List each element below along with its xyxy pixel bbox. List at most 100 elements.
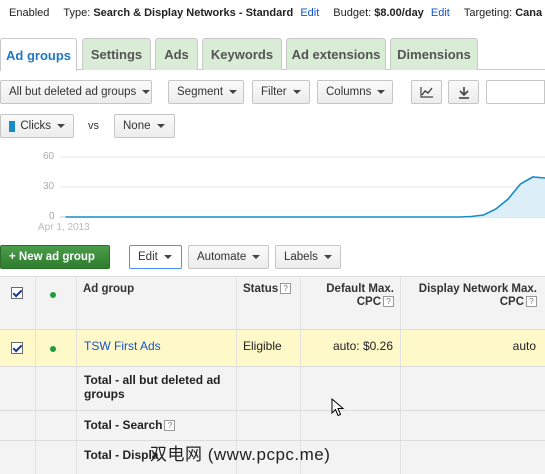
clicks-data-point: [470, 215, 472, 218]
clicks-data-point: [175, 216, 178, 218]
clicks-series-line: [66, 176, 545, 218]
display-cpc-value[interactable]: auto: [401, 330, 545, 366]
campaign-summary-bar: Enabled Type: Search & Display Networks …: [0, 0, 545, 26]
help-icon[interactable]: ?: [280, 283, 292, 295]
clicks-data-point: [532, 176, 534, 178]
download-button[interactable]: [448, 80, 479, 104]
chevron-down-icon: [252, 255, 261, 259]
clicks-data-point: [384, 216, 386, 218]
row-status-cell: [36, 330, 77, 366]
clicks-data-point: [446, 216, 448, 218]
clicks-data-point: [274, 216, 276, 218]
column-header-display-cpc[interactable]: Display Network Max. CPC?: [401, 277, 545, 329]
clicks-data-point: [311, 216, 313, 218]
clicks-data-point: [433, 216, 436, 218]
clicks-data-point: [286, 216, 288, 218]
tab-keywords[interactable]: Keywords: [202, 38, 282, 70]
clicks-data-point: [249, 216, 251, 218]
status-value: Eligible: [237, 330, 301, 366]
clicks-data-point: [458, 216, 460, 218]
ad-group-name-cell: TSW First Ads: [77, 330, 237, 366]
edit-dropdown[interactable]: Edit: [129, 245, 182, 269]
ad-group-filter-select[interactable]: All but deleted ad groups: [0, 80, 152, 104]
edit-type-link[interactable]: Edit: [300, 7, 319, 19]
clicks-data-point: [495, 208, 497, 210]
status-column-cell: [36, 277, 77, 329]
vs-label: vs: [88, 120, 99, 132]
labels-dropdown[interactable]: Labels: [275, 245, 341, 269]
x-start-label: Apr 1, 2013: [38, 222, 90, 233]
search-input[interactable]: [486, 80, 545, 104]
default-cpc-value[interactable]: auto: $0.26: [301, 330, 401, 366]
watermark-text: 双电网 (www.pcpc.me): [150, 445, 331, 464]
row-checkbox[interactable]: [11, 342, 23, 354]
campaign-budget: Budget: $8.00/day Edit: [333, 7, 450, 19]
table-row: TSW First Ads Eligible auto: $0.26 auto: [0, 330, 545, 367]
campaign-status: Enabled: [9, 7, 50, 19]
column-header-ad-group[interactable]: Ad group: [77, 277, 237, 329]
column-header-default-cpc[interactable]: Default Max. CPC?: [301, 277, 401, 329]
columns-dropdown[interactable]: Columns: [317, 80, 393, 104]
clicks-data-point: [360, 216, 362, 218]
download-icon: [458, 86, 469, 99]
total-label: Total - all but deleted ad groups: [77, 367, 237, 410]
tab-settings[interactable]: Settings: [82, 38, 151, 70]
tab-ads[interactable]: Ads: [155, 38, 198, 70]
clicks-data-point: [163, 216, 165, 218]
clicks-data-point: [335, 216, 337, 218]
table-header-row: Ad group Status? Default Max. CPC? Displ…: [0, 276, 545, 330]
clicks-data-point: [409, 216, 411, 218]
performance-chart: 60 30 0 Apr 1, 2013: [0, 150, 545, 240]
clicks-data-point: [126, 216, 129, 218]
clicks-data-point: [114, 216, 116, 218]
chevron-down-icon: [163, 255, 172, 259]
clicks-data-point: [237, 216, 239, 218]
secondary-metric-dropdown[interactable]: None: [114, 114, 175, 138]
clicks-data-point: [89, 216, 92, 218]
help-icon[interactable]: ?: [526, 296, 537, 308]
help-icon[interactable]: ?: [164, 420, 176, 432]
column-header-status[interactable]: Status?: [237, 277, 301, 329]
chevron-down-icon: [156, 124, 165, 128]
clicks-data-point: [421, 216, 423, 218]
total-row: Total - Search?: [0, 411, 545, 441]
help-icon[interactable]: ?: [383, 296, 394, 308]
clicks-data-point: [347, 216, 350, 218]
clicks-data-point: [188, 216, 190, 218]
chevron-down-icon: [57, 124, 65, 128]
metric-color-swatch: [9, 120, 16, 132]
clicks-data-point: [225, 216, 227, 218]
new-ad-group-button[interactable]: + New ad group: [0, 245, 110, 269]
automate-dropdown[interactable]: Automate: [188, 245, 269, 269]
clicks-data-point: [372, 216, 374, 218]
clicks-data-point: [200, 216, 202, 218]
tab-dimensions[interactable]: Dimensions: [390, 38, 478, 70]
select-all-checkbox[interactable]: [11, 287, 23, 299]
clicks-data-point: [139, 216, 141, 218]
row-select-cell: [0, 330, 36, 366]
chevron-down-icon: [323, 255, 332, 259]
toggle-graph-button[interactable]: [411, 80, 442, 104]
chevron-down-icon: [142, 90, 151, 94]
tab-ad-groups[interactable]: Ad groups: [0, 38, 77, 71]
edit-budget-link[interactable]: Edit: [431, 7, 450, 19]
clicks-data-point: [102, 216, 104, 218]
primary-metric-dropdown[interactable]: Clicks: [0, 114, 74, 138]
clicks-data-point: [298, 216, 300, 218]
enabled-status-icon[interactable]: [50, 346, 56, 352]
total-label: Total - Search?: [77, 411, 237, 440]
ad-group-link[interactable]: TSW First Ads: [84, 339, 161, 353]
tab-bar: Ad groups Settings Ads Keywords Ad exten…: [0, 38, 545, 71]
mouse-cursor-icon: [331, 398, 345, 417]
campaign-targeting: Targeting: Cana: [463, 7, 543, 19]
tab-ad-extensions[interactable]: Ad extensions: [286, 38, 386, 70]
clicks-data-point: [261, 216, 264, 218]
clicks-data-point: [65, 216, 67, 218]
clicks-data-point: [212, 216, 214, 218]
clicks-data-point: [507, 198, 509, 200]
filter-dropdown[interactable]: Filter: [252, 80, 310, 104]
line-graph-icon: [419, 87, 433, 98]
segment-dropdown[interactable]: Segment: [168, 80, 244, 104]
campaign-type: Type: Search & Display Networks - Standa…: [63, 7, 320, 19]
chevron-down-icon: [292, 90, 301, 94]
